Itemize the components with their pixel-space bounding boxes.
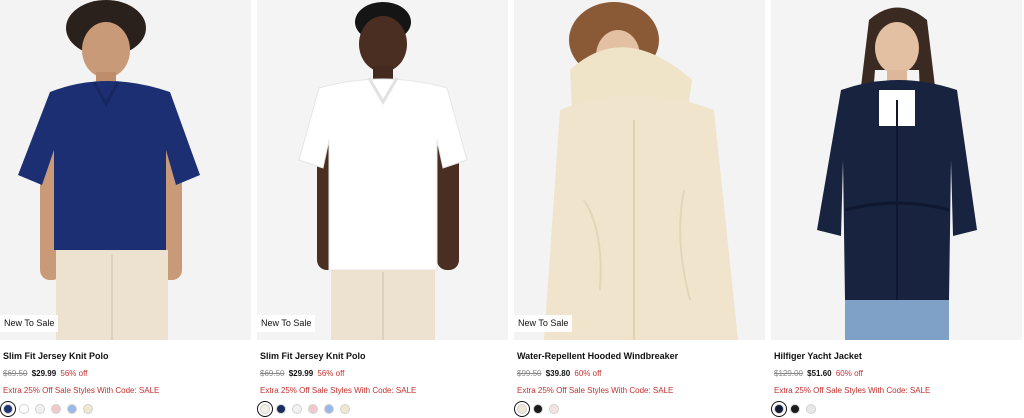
sale-price: $29.99 [31,369,57,378]
sale-price: $29.99 [288,369,314,378]
promo-text: Extra 25% Off Sale Styles With Code: SAL… [260,386,417,395]
product-image[interactable]: New To Sale [514,0,765,340]
product-card[interactable]: New To Sale Slim Fit Jersey Knit Polo $6… [0,0,251,414]
color-swatch[interactable] [533,404,543,414]
original-price: $129.00 [774,369,803,378]
product-image[interactable]: New To Sale [257,0,508,340]
promo-text: Extra 25% Off Sale Styles With Code: SAL… [774,386,931,395]
color-swatch[interactable] [774,404,784,414]
color-swatch[interactable] [790,404,800,414]
color-swatch[interactable] [3,404,13,414]
color-swatch[interactable] [308,404,318,414]
original-price: $69.50 [3,369,28,378]
product-card[interactable]: New To Sale Slim Fit Jersey Knit Polo $6… [257,0,508,414]
product-title[interactable]: Slim Fit Jersey Knit Polo [260,350,508,362]
discount-label: 56% off [60,369,88,378]
product-image[interactable]: New To Sale [0,0,251,340]
color-swatch[interactable] [517,404,527,414]
color-swatch[interactable] [292,404,302,414]
product-grid: New To Sale Slim Fit Jersey Knit Polo $6… [0,0,1024,414]
discount-label: 60% off [574,369,602,378]
color-swatch[interactable] [83,404,93,414]
new-to-sale-badge: New To Sale [257,315,316,332]
sale-price: $51.60 [807,369,832,378]
discount-label: 60% off [835,369,863,378]
color-swatch[interactable] [35,404,45,414]
discount-label: 56% off [317,369,345,378]
color-swatches [517,404,765,414]
sale-price: $39.80 [545,369,571,378]
original-price: $99.50 [517,369,542,378]
product-card[interactable]: New To Sale Water-Repellent Hooded Windb… [514,0,765,414]
promo-text: Extra 25% Off Sale Styles With Code: SAL… [3,386,160,395]
color-swatch[interactable] [806,404,816,414]
product-title[interactable]: Water-Repellent Hooded Windbreaker [517,350,765,362]
new-to-sale-badge: New To Sale [0,315,59,332]
model-in-navy-jacket [771,0,1022,340]
product-card[interactable]: Hilfiger Yacht Jacket $129.00 $51.60 60%… [771,0,1022,414]
color-swatch[interactable] [549,404,559,414]
color-swatch[interactable] [67,404,77,414]
color-swatches [260,404,508,414]
model-in-navy-polo [0,0,251,340]
product-image[interactable] [771,0,1022,340]
price-row: $69.50 $29.99 56% off [3,368,251,380]
product-title[interactable]: Hilfiger Yacht Jacket [774,350,1022,362]
model-in-cream-windbreaker [514,0,765,340]
color-swatch[interactable] [324,404,334,414]
model-in-white-polo [257,0,508,340]
color-swatches [3,404,251,414]
price-row: $69.50 $29.99 56% off [260,368,508,380]
product-title[interactable]: Slim Fit Jersey Knit Polo [3,350,251,362]
color-swatches [774,404,1022,414]
price-row: $129.00 $51.60 60% off [774,368,1022,380]
original-price: $69.50 [260,369,285,378]
color-swatch[interactable] [276,404,286,414]
promo-text: Extra 25% Off Sale Styles With Code: SAL… [517,386,674,395]
color-swatch[interactable] [19,404,29,414]
color-swatch[interactable] [51,404,61,414]
new-to-sale-badge: New To Sale [514,315,573,332]
color-swatch[interactable] [260,404,270,414]
color-swatch[interactable] [340,404,350,414]
price-row: $99.50 $39.80 60% off [517,368,765,380]
